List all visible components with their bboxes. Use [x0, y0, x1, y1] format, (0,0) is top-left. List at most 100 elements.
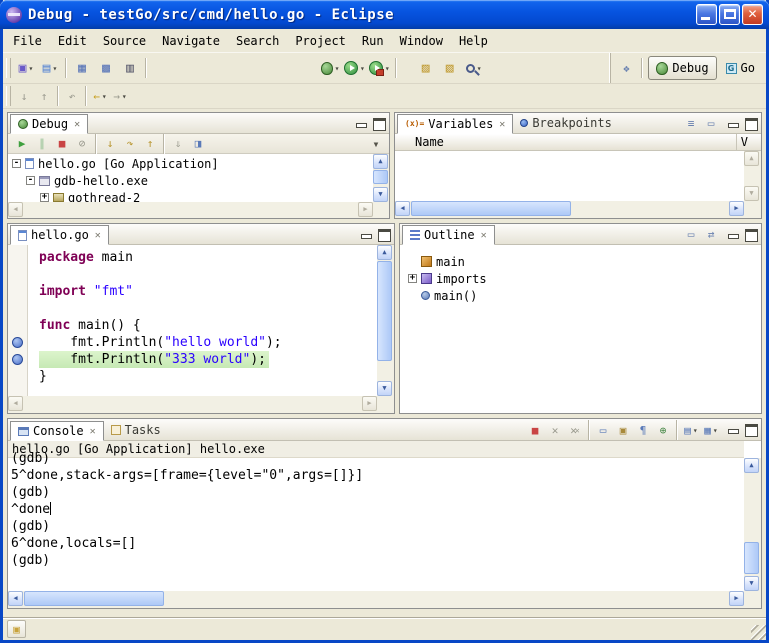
word-wrap-button[interactable]: ¶ — [634, 421, 652, 439]
scroll-down-button[interactable]: ▼ — [377, 381, 392, 396]
scrollbar-thumb[interactable] — [744, 542, 759, 574]
minimize-view-button[interactable] — [725, 422, 740, 436]
toolbar-drag-handle[interactable] — [6, 58, 11, 78]
scroll-down-button[interactable]: ▼ — [373, 187, 388, 202]
scroll-up-button[interactable]: ▲ — [377, 245, 392, 260]
perspective-button-go[interactable]: G Go — [719, 56, 762, 80]
debug-tree-item[interactable]: +gothread-2 — [10, 189, 373, 202]
open-type-button[interactable]: ▧ — [439, 57, 461, 79]
drop-to-frame-button[interactable]: ⇓ — [169, 135, 187, 153]
collapse-icon[interactable]: - — [12, 159, 21, 168]
close-tab-icon[interactable]: ✕ — [95, 230, 101, 241]
menu-help[interactable]: Help — [451, 30, 496, 52]
close-tab-icon[interactable]: ✕ — [481, 230, 487, 241]
scroll-right-button[interactable]: ▶ — [362, 396, 377, 411]
scroll-left-button[interactable]: ◀ — [8, 202, 23, 217]
minimize-button[interactable] — [696, 4, 717, 25]
code-editor[interactable]: package main import "fmt" func main() { … — [29, 245, 377, 396]
step-over-button[interactable]: ↷ — [121, 135, 139, 153]
scroll-left-button[interactable]: ◀ — [395, 201, 410, 216]
minimize-view-button[interactable] — [358, 227, 373, 241]
remove-all-launches-button[interactable]: ✕✕ — [566, 421, 584, 439]
fast-view-button[interactable]: ▣ — [7, 620, 26, 638]
scroll-right-button[interactable]: ▶ — [729, 591, 744, 606]
debug-tree-item[interactable]: -hello.go [Go Application] — [10, 155, 373, 172]
maximize-view-button[interactable] — [743, 227, 758, 241]
show-logical-structure-button[interactable]: ≡ — [682, 115, 700, 133]
scroll-down-button[interactable]: ▼ — [744, 186, 759, 201]
tab-hello-go[interactable]: hello.go✕ — [10, 225, 109, 245]
maximize-view-button[interactable] — [743, 116, 758, 130]
outline-item[interactable]: +imports — [408, 270, 761, 287]
console-output[interactable]: (gdb)5^done,stack-args=[frame={level="0"… — [8, 450, 744, 591]
variables-vertical-scrollbar[interactable]: ▲ ▼ — [744, 151, 761, 201]
scroll-lock-button[interactable]: ▣ — [614, 421, 632, 439]
print-button[interactable]: ▥ — [119, 57, 141, 79]
expand-icon[interactable]: + — [408, 274, 417, 283]
collapse-all-button[interactable]: ▭ — [682, 226, 700, 244]
close-tab-icon[interactable]: ✕ — [90, 426, 96, 437]
clear-console-button[interactable]: ▭ — [594, 421, 612, 439]
view-menu-button[interactable]: ▾ — [367, 135, 385, 153]
variables-horizontal-scrollbar[interactable]: ◀ ▶ — [395, 201, 744, 218]
open-perspective-button[interactable]: ❖ — [617, 59, 635, 77]
collapse-icon[interactable]: - — [26, 176, 35, 185]
display-selected-console-button[interactable]: ▤▾ — [682, 421, 700, 439]
maximize-button[interactable] — [719, 4, 740, 25]
debug-horizontal-scrollbar[interactable]: ◀ ▶ — [8, 202, 373, 218]
maximize-view-button[interactable] — [376, 227, 391, 241]
new-wizard-button[interactable]: ▣▾ — [15, 57, 37, 79]
maximize-view-button[interactable] — [743, 422, 758, 436]
terminate-console-button[interactable]: ■ — [526, 421, 544, 439]
step-return-button[interactable]: ↑ — [141, 135, 159, 153]
menu-source[interactable]: Source — [95, 30, 154, 52]
tab-variables[interactable]: (x)=Variables✕ — [397, 114, 513, 134]
scroll-left-button[interactable]: ◀ — [8, 591, 23, 606]
menu-navigate[interactable]: Navigate — [154, 30, 228, 52]
editor-horizontal-scrollbar[interactable]: ◀ ▶ — [8, 396, 377, 413]
menu-window[interactable]: Window — [392, 30, 451, 52]
maximize-view-button[interactable] — [371, 116, 386, 130]
close-button[interactable]: ✕ — [742, 4, 763, 25]
menu-file[interactable]: File — [5, 30, 50, 52]
perspective-button-debug[interactable]: Debug — [648, 56, 716, 80]
pin-console-button[interactable]: ⊕ — [654, 421, 672, 439]
console-vertical-scrollbar[interactable]: ▲ ▼ — [744, 458, 761, 591]
resume-button[interactable]: ▶ — [13, 135, 31, 153]
scroll-up-button[interactable]: ▲ — [744, 151, 759, 166]
new-element-button[interactable]: ▤▾ — [39, 57, 61, 79]
scroll-down-button[interactable]: ▼ — [744, 576, 759, 591]
outline-item[interactable]: +main() — [408, 287, 761, 304]
last-edit-location-button[interactable]: ↶ — [63, 87, 81, 105]
debug-tree-item[interactable]: -gdb-hello.exe — [10, 172, 373, 189]
scrollbar-thumb[interactable] — [24, 591, 164, 606]
window-resize-grip[interactable] — [751, 625, 766, 640]
collapse-all-button[interactable]: ▭ — [702, 115, 720, 133]
value-column-header[interactable]: V — [736, 134, 748, 150]
editor-vertical-scrollbar[interactable]: ▲ ▼ — [377, 245, 394, 396]
menu-project[interactable]: Project — [287, 30, 354, 52]
step-into-button[interactable]: ↓ — [101, 135, 119, 153]
variables-column-header[interactable]: Name V — [395, 134, 761, 151]
tab-tasks[interactable]: Tasks — [104, 420, 168, 440]
search-button[interactable]: ▾ — [463, 57, 485, 79]
minimize-view-button[interactable] — [353, 116, 368, 130]
scrollbar-thumb[interactable] — [377, 261, 392, 361]
save-button[interactable]: ▦ — [71, 57, 93, 79]
toolbar-drag-handle[interactable] — [6, 86, 11, 106]
outline-item[interactable]: +main — [408, 253, 761, 270]
open-console-button[interactable]: ▦▾ — [702, 421, 720, 439]
expand-icon[interactable]: + — [40, 193, 49, 202]
terminate-button[interactable]: ■ — [53, 135, 71, 153]
minimize-view-button[interactable] — [725, 116, 740, 130]
open-resource-button[interactable]: ▨ — [415, 57, 437, 79]
link-with-editor-button[interactable]: ⇄ — [702, 226, 720, 244]
close-tab-icon[interactable]: ✕ — [74, 119, 80, 130]
use-step-filters-button[interactable]: ◨ — [189, 135, 207, 153]
scroll-left-button[interactable]: ◀ — [8, 396, 23, 411]
scroll-right-button[interactable]: ▶ — [358, 202, 373, 217]
scroll-up-button[interactable]: ▲ — [744, 458, 759, 473]
previous-annotation-button[interactable]: ↑ — [35, 87, 53, 105]
tab-console[interactable]: Console✕ — [10, 421, 104, 441]
menu-search[interactable]: Search — [228, 30, 287, 52]
